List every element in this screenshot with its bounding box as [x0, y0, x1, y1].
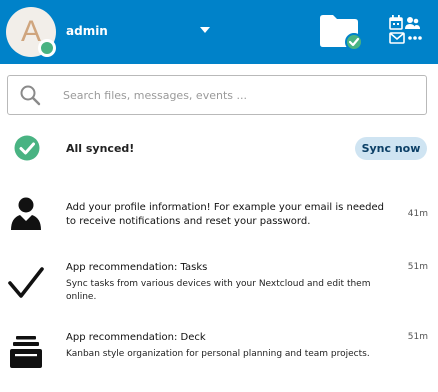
apps-icon — [389, 15, 422, 44]
search-box[interactable] — [7, 75, 427, 115]
activity-subline: Kanban style organization for personal p… — [66, 349, 370, 359]
sync-status-row: All synced! Sync now — [0, 128, 438, 168]
online-status-dot — [38, 39, 56, 57]
sync-status-text: All synced! — [66, 142, 135, 155]
folder-icon — [320, 15, 363, 51]
activity-time: 51m — [407, 262, 428, 272]
activity-time: 51m — [407, 332, 428, 342]
activity-title: App recommendation: Tasks — [66, 262, 208, 273]
local-folder-button[interactable] — [318, 12, 364, 52]
account-name[interactable]: admin — [66, 24, 108, 38]
deck-icon — [10, 336, 42, 368]
activity-title: App recommendation: Deck — [66, 332, 206, 343]
activity-subline: Sync tasks from various devices with you… — [66, 279, 371, 302]
sync-now-button[interactable]: Sync now — [355, 137, 427, 160]
chevron-down-icon[interactable] — [200, 27, 210, 33]
activity-time: 41m — [407, 209, 428, 219]
user-icon — [11, 197, 41, 230]
checkmark-icon — [8, 267, 44, 298]
search-input[interactable] — [63, 85, 413, 105]
search-icon — [20, 85, 41, 106]
activity-item[interactable]: App recommendation: Deck Kanban style or… — [0, 328, 438, 378]
activity-message: App recommendation: Tasks Sync tasks fro… — [66, 261, 396, 304]
activity-message: Add your profile information! For exampl… — [66, 201, 396, 229]
header-bar: A admin — [0, 0, 438, 64]
activity-item[interactable]: App recommendation: Tasks Sync tasks fro… — [0, 258, 438, 308]
avatar-letter: A — [20, 15, 41, 48]
apps-menu-button[interactable] — [388, 14, 422, 46]
synced-check-icon — [14, 135, 40, 161]
activity-message: App recommendation: Deck Kanban style or… — [66, 331, 396, 361]
activity-item[interactable]: Add your profile information! For exampl… — [0, 190, 438, 240]
activity-title: Add your profile information! For exampl… — [66, 202, 384, 227]
